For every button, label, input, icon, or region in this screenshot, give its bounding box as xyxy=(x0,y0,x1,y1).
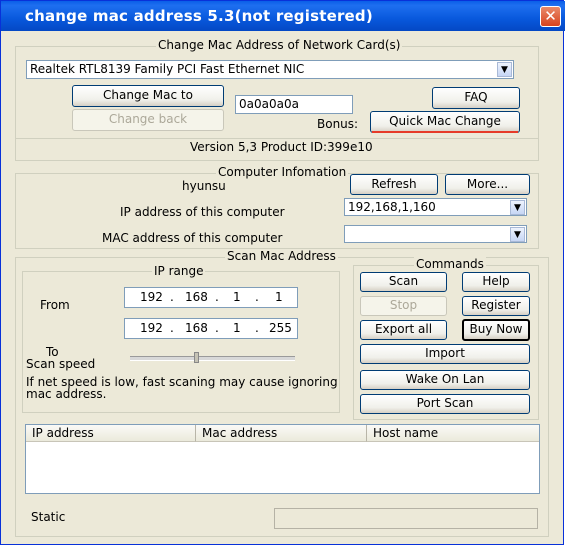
window-title: change mac address 5.3(not registered) xyxy=(25,7,373,25)
adapter-select-value: Realtek RTL8139 Family PCI Fast Ethernet… xyxy=(30,62,305,76)
chevron-down-icon[interactable]: ▼ xyxy=(510,200,525,215)
change-mac-button[interactable]: Change Mac to xyxy=(72,85,224,107)
mac-address-label: MAC address of this computer xyxy=(102,231,283,245)
chevron-down-icon[interactable]: ▼ xyxy=(510,227,525,242)
speed-warning-line2: mac address. xyxy=(26,387,107,401)
chevron-down-icon[interactable]: ▼ xyxy=(497,62,512,77)
to-ip-octet-3: 1 xyxy=(233,321,241,335)
hostname-text: hyunsu xyxy=(182,179,226,193)
scan-speed-slider-thumb[interactable] xyxy=(194,352,199,363)
title-bar[interactable]: change mac address 5.3(not registered) ✕ xyxy=(1,1,565,31)
to-ip-octet-1: 192 xyxy=(140,321,163,335)
more-button[interactable]: More... xyxy=(445,174,530,195)
column-header-mac[interactable]: Mac address xyxy=(196,425,367,442)
column-header-ip[interactable]: IP address xyxy=(26,425,196,442)
ip-address-select[interactable]: 192,168,1,160 ▼ xyxy=(344,198,527,216)
scan-group-label: Scan Mac Address xyxy=(225,249,338,263)
quick-mac-change-button[interactable]: Quick Mac Change xyxy=(370,111,520,133)
adapter-select[interactable]: Realtek RTL8139 Family PCI Fast Ethernet… xyxy=(26,60,514,79)
register-button[interactable]: Register xyxy=(462,296,530,316)
stop-button[interactable]: Stop xyxy=(360,296,447,316)
version-text: Version 5,3 Product ID:399e10 xyxy=(190,140,373,154)
help-button[interactable]: Help xyxy=(462,272,530,292)
to-ip-octet-2: 168 xyxy=(185,321,208,335)
results-list[interactable]: IP address Mac address Host name xyxy=(25,424,540,494)
scan-button[interactable]: Scan xyxy=(360,272,447,292)
bonus-label: Bonus: xyxy=(317,117,359,131)
port-scan-button[interactable]: Port Scan xyxy=(360,394,530,414)
status-label: Static xyxy=(31,510,66,524)
ip-address-value: 192,168,1,160 xyxy=(348,200,436,214)
scan-speed-slider[interactable] xyxy=(130,356,295,361)
refresh-button[interactable]: Refresh xyxy=(350,174,438,195)
from-ip-octet-1: 192 xyxy=(140,290,163,304)
to-ip-octet-4: 255 xyxy=(269,321,292,335)
ip-range-label: IP range xyxy=(152,264,206,278)
ip-address-label: IP address of this computer xyxy=(120,205,285,219)
ip-dot: . xyxy=(215,321,219,335)
mac-value-input[interactable]: 0a0a0a0a xyxy=(235,95,353,114)
ip-dot: . xyxy=(170,290,174,304)
network-card-group-label: Change Mac Address of Network Card(s) xyxy=(156,38,403,52)
ip-dot: . xyxy=(170,321,174,335)
change-back-button[interactable]: Change back xyxy=(72,109,224,131)
to-ip-input[interactable]: 192 . 168 . 1 . 255 xyxy=(124,318,298,339)
commands-group-label: Commands xyxy=(414,257,486,271)
ip-dot: . xyxy=(255,290,259,304)
faq-button[interactable]: FAQ xyxy=(432,87,520,109)
quick-change-underline xyxy=(372,131,518,133)
column-header-host[interactable]: Host name xyxy=(367,425,539,442)
from-label: From xyxy=(40,298,70,312)
scan-speed-label: Scan speed xyxy=(26,357,96,371)
import-button[interactable]: Import xyxy=(360,344,530,364)
from-ip-octet-2: 168 xyxy=(185,290,208,304)
from-ip-octet-4: 1 xyxy=(275,290,283,304)
computer-info-group-label: Computer Infomation xyxy=(216,165,349,179)
export-all-button[interactable]: Export all xyxy=(360,320,447,340)
mac-address-select[interactable]: ▼ xyxy=(344,225,527,243)
ip-dot: . xyxy=(215,290,219,304)
ip-dot: . xyxy=(255,321,259,335)
wake-on-lan-button[interactable]: Wake On Lan xyxy=(360,370,530,390)
status-field xyxy=(274,508,538,529)
from-ip-input[interactable]: 192 . 168 . 1 . 1 xyxy=(124,287,298,308)
close-icon[interactable]: ✕ xyxy=(540,6,561,27)
from-ip-octet-3: 1 xyxy=(233,290,241,304)
buy-now-button[interactable]: Buy Now xyxy=(462,319,530,341)
version-divider xyxy=(16,138,538,139)
